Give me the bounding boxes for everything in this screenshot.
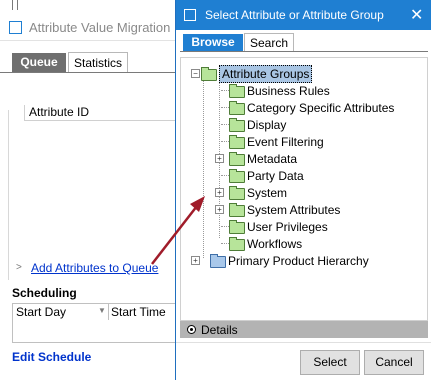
collapse-icon[interactable]: − xyxy=(191,69,200,78)
folder-icon xyxy=(229,118,245,132)
close-icon[interactable]: ✕ xyxy=(410,5,423,25)
button-divider xyxy=(176,342,431,343)
attribute-tree: − Attribute Groups Business Rules Catego… xyxy=(180,57,428,321)
select-attribute-dialog: Select Attribute or Attribute Group ✕ Br… xyxy=(175,0,431,380)
folder-icon xyxy=(210,254,226,268)
add-attributes-to-queue-link[interactable]: Add Attributes to Queue xyxy=(31,261,158,275)
expand-icon[interactable]: + xyxy=(191,256,200,265)
expand-icon[interactable]: + xyxy=(215,205,224,214)
tree-item-event-filtering[interactable]: Event Filtering xyxy=(229,134,419,150)
tree-item-party-data[interactable]: Party Data xyxy=(229,168,419,184)
tree-item-display[interactable]: Display xyxy=(229,117,419,133)
tree-connector xyxy=(221,141,229,142)
tree-item-label: User Privileges xyxy=(247,220,328,234)
tree-item-label: System xyxy=(247,186,288,200)
sort-arrow-icon[interactable]: ▼ xyxy=(98,306,106,315)
tree-connector xyxy=(203,76,204,258)
folder-icon xyxy=(229,203,245,217)
folder-icon xyxy=(229,84,245,98)
start-time-column-header[interactable]: Start Time xyxy=(111,305,166,319)
tree-item-label: Business Rules xyxy=(247,84,330,98)
dialog-title: Select Attribute or Attribute Group xyxy=(205,8,384,22)
tree-item-category-specific-attributes[interactable]: Category Specific Attributes xyxy=(229,100,419,116)
edit-schedule-link[interactable]: Edit Schedule xyxy=(12,350,91,364)
tree-item-metadata[interactable]: Metadata xyxy=(229,151,419,167)
tree-connector xyxy=(221,175,229,176)
tab-search[interactable]: Search xyxy=(244,33,294,52)
tree-item-label: Category Specific Attributes xyxy=(247,101,395,115)
chevron-right-icon[interactable]: > xyxy=(16,262,22,273)
column-separator xyxy=(108,304,109,320)
tree-root-attribute-groups[interactable]: Attribute Groups xyxy=(201,65,401,83)
tab-browse[interactable]: Browse xyxy=(183,34,243,51)
dialog-tab-bar: Browse Search xyxy=(180,31,428,53)
folder-icon xyxy=(229,101,245,115)
expand-icon[interactable]: + xyxy=(215,154,224,163)
tab-divider xyxy=(0,72,190,73)
tree-item-workflows[interactable]: Workflows xyxy=(229,236,419,252)
tree-item-label: Attribute Groups xyxy=(219,65,313,83)
background-window-title: Attribute Value Migration xyxy=(29,20,171,35)
tree-item-label: Metadata xyxy=(247,152,298,166)
tab-queue[interactable]: Queue xyxy=(12,53,66,72)
folder-icon xyxy=(201,67,217,81)
tree-connector xyxy=(221,107,229,108)
details-panel-toggle[interactable]: Details xyxy=(180,321,428,338)
tree-connector xyxy=(221,226,229,227)
app-window-icon xyxy=(9,21,22,34)
tree-connector xyxy=(221,243,229,244)
folder-icon xyxy=(229,220,245,234)
dialog-tab-divider xyxy=(180,51,428,52)
scheduling-heading: Scheduling xyxy=(12,286,77,300)
select-button[interactable]: Select xyxy=(300,350,360,375)
tree-root-primary-product-hierarchy[interactable]: Primary Product Hierarchy xyxy=(210,253,420,269)
tree-item-business-rules[interactable]: Business Rules xyxy=(229,83,419,99)
tree-item-system[interactable]: System xyxy=(229,185,419,201)
folder-icon xyxy=(229,186,245,200)
tree-connector xyxy=(221,124,229,125)
attribute-id-header-label: Attribute ID xyxy=(29,105,90,119)
tree-item-label: Party Data xyxy=(247,169,304,183)
start-day-column-header[interactable]: Start Day xyxy=(16,305,66,319)
tree-item-system-attributes[interactable]: System Attributes xyxy=(229,202,419,218)
cancel-button[interactable]: Cancel xyxy=(364,350,424,375)
window-edge-line xyxy=(17,0,18,10)
tree-item-user-privileges[interactable]: User Privileges xyxy=(229,219,419,235)
folder-icon xyxy=(229,152,245,166)
list-border-line xyxy=(8,110,9,280)
tab-statistics[interactable]: Statistics xyxy=(68,52,128,73)
details-expand-icon[interactable] xyxy=(187,325,196,334)
folder-icon xyxy=(229,169,245,183)
attribute-id-column-header[interactable]: Attribute ID xyxy=(24,105,185,121)
tree-item-label: Workflows xyxy=(247,237,303,251)
tree-item-label: System Attributes xyxy=(247,203,341,217)
dialog-window-icon xyxy=(184,9,196,21)
tree-connector xyxy=(221,90,229,91)
window-edge-line xyxy=(12,0,13,10)
tree-item-label: Primary Product Hierarchy xyxy=(228,254,369,268)
expand-icon[interactable]: + xyxy=(215,188,224,197)
tree-item-label: Display xyxy=(247,118,287,132)
dialog-title-bar[interactable]: Select Attribute or Attribute Group ✕ xyxy=(176,0,431,30)
tree-item-label: Event Filtering xyxy=(247,135,324,149)
details-label: Details xyxy=(201,323,238,337)
folder-icon xyxy=(229,237,245,251)
folder-icon xyxy=(229,135,245,149)
background-tab-bar: Queue Statistics xyxy=(0,48,190,74)
